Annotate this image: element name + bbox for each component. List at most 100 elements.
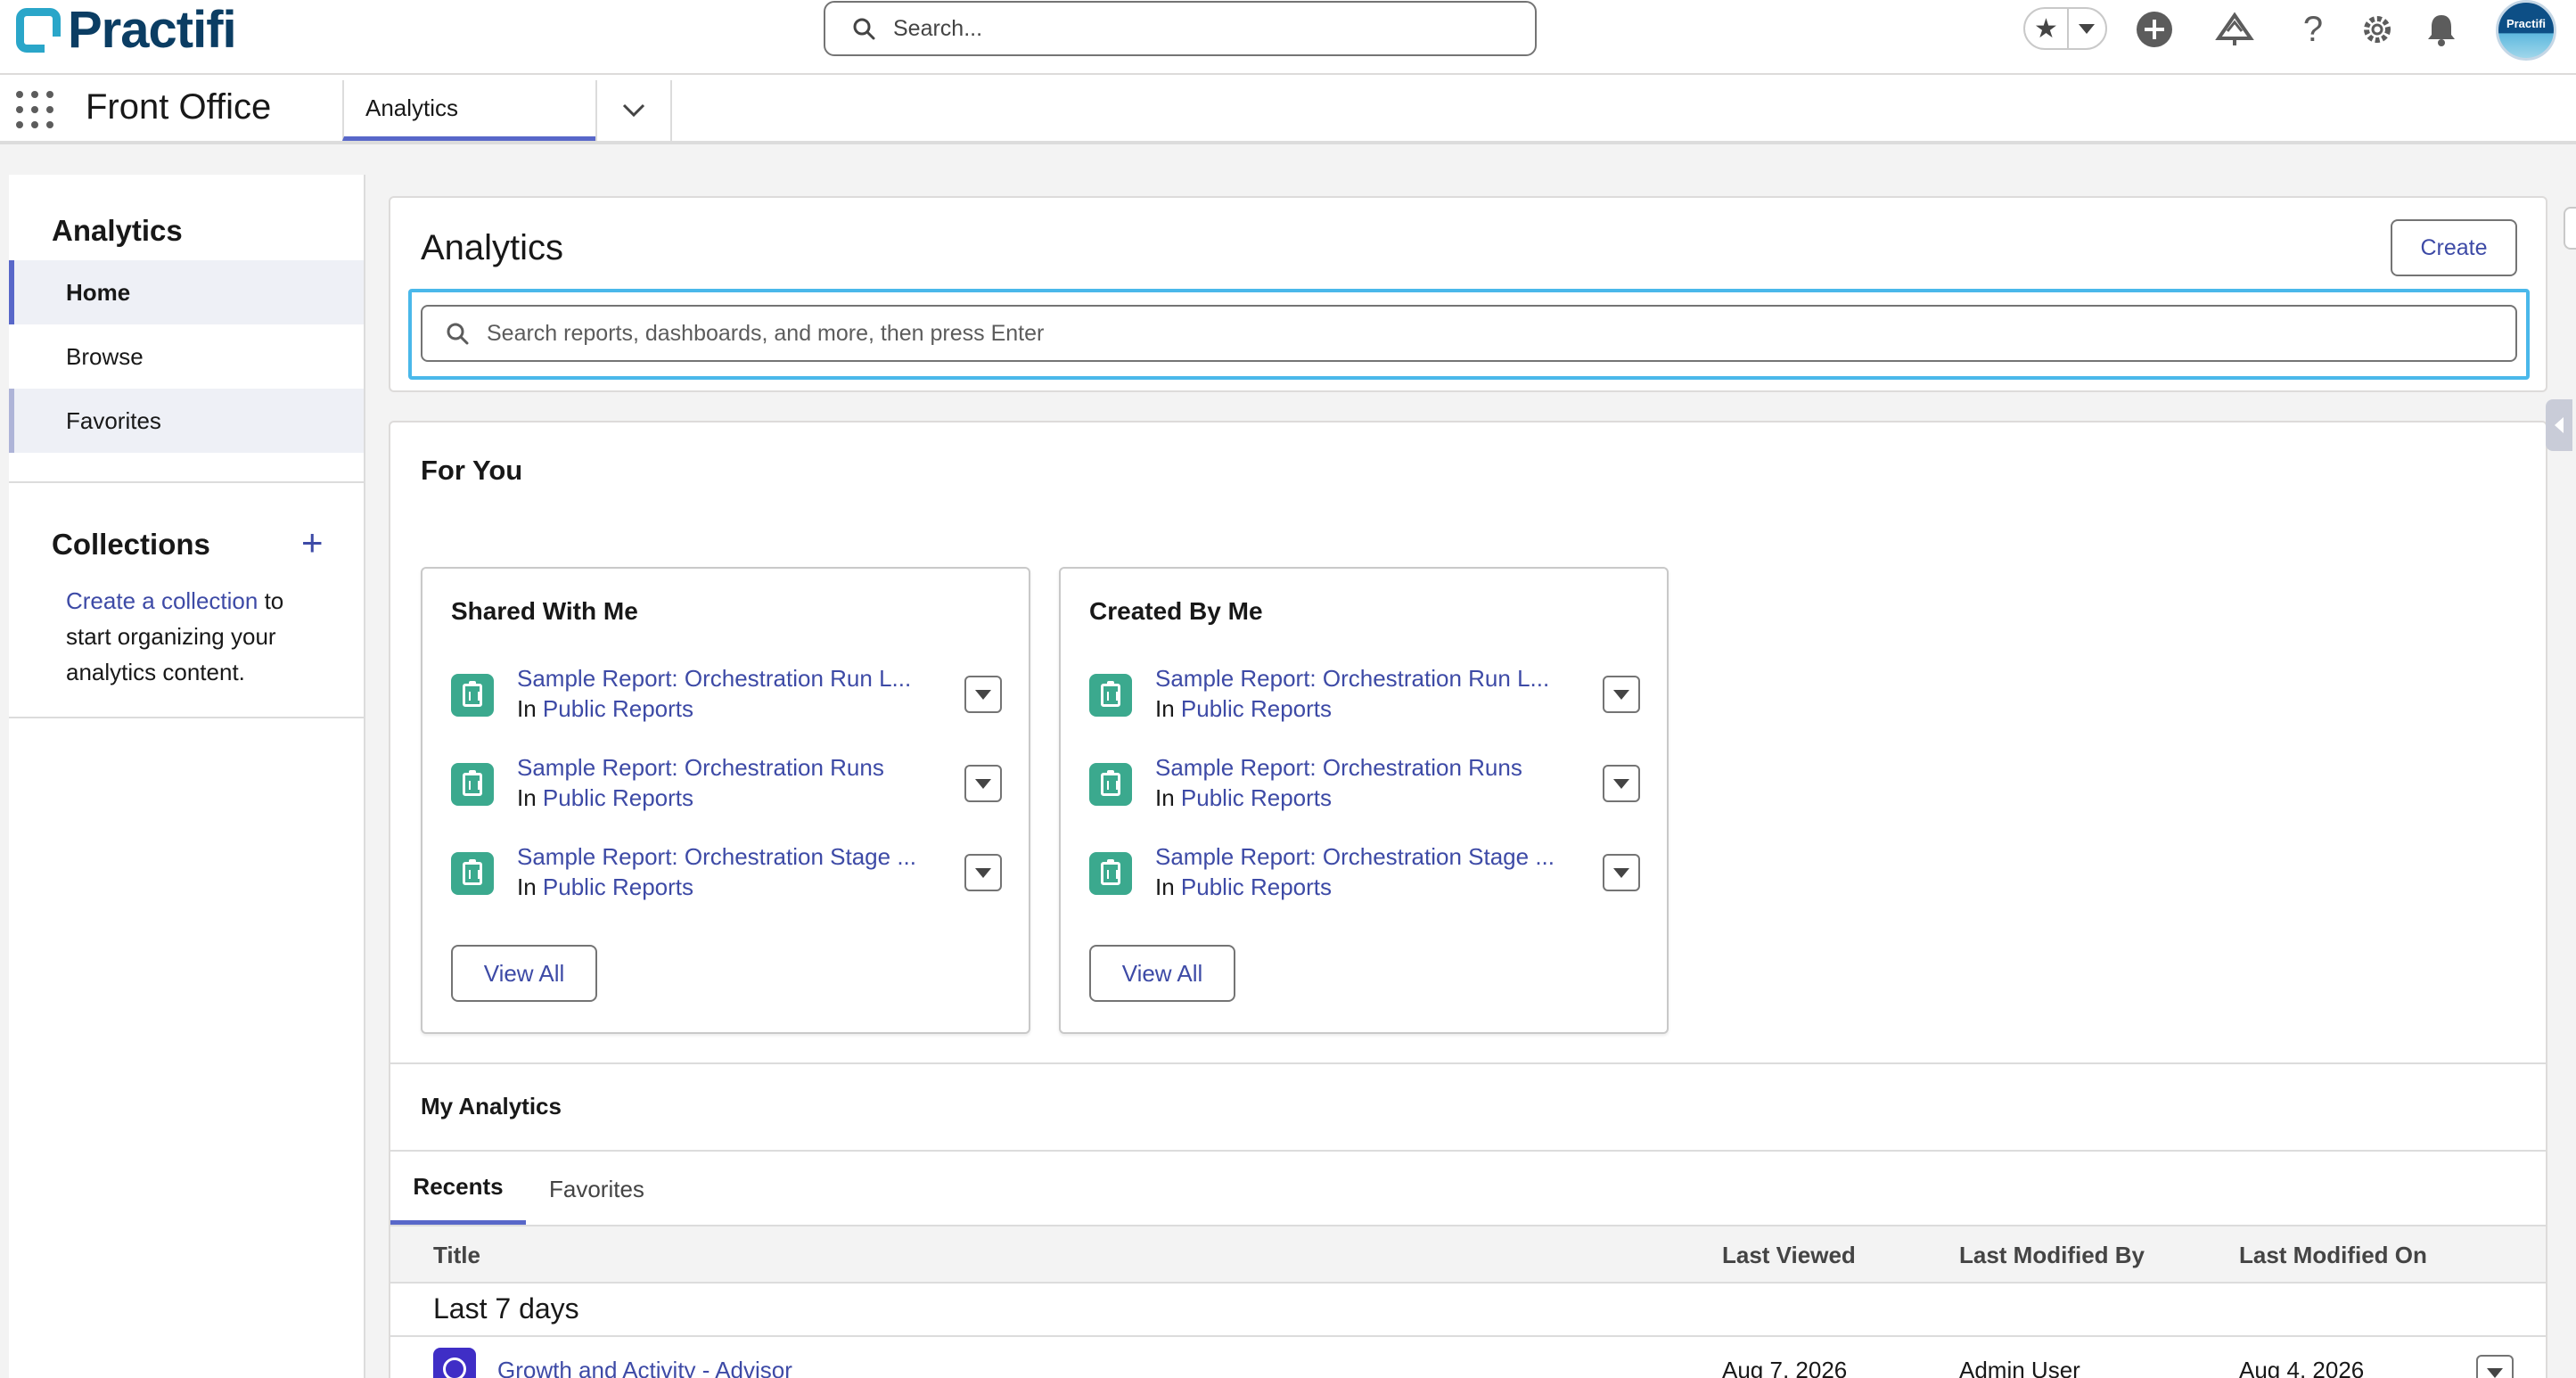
list-item: Sample Report: Orchestration Runs In Pub… bbox=[1089, 754, 1645, 825]
row-last-viewed: Aug 7, 2026 bbox=[1722, 1357, 1848, 1378]
report-location: In Public Reports bbox=[517, 784, 693, 812]
avatar-text: Practifi bbox=[2506, 17, 2547, 30]
bell-icon[interactable] bbox=[2419, 7, 2464, 52]
created-by-me-card: Created By Me Sample Report: Orchestrati… bbox=[1059, 567, 1669, 1034]
analytics-body-card: For You Shared With Me Sample Report: Or… bbox=[389, 421, 2547, 1378]
create-collection-link[interactable]: Create a collection bbox=[66, 587, 258, 614]
favorites-button-group[interactable]: ★ bbox=[2023, 7, 2107, 50]
report-location: In Public Reports bbox=[517, 874, 693, 901]
report-link[interactable]: Sample Report: Orchestration Stage ... bbox=[517, 843, 936, 871]
row-actions-button[interactable] bbox=[1603, 854, 1640, 891]
sidebar-item-home[interactable]: Home bbox=[9, 260, 364, 324]
report-location: In Public Reports bbox=[1155, 695, 1332, 723]
sidebar-item-browse[interactable]: Browse bbox=[9, 324, 364, 389]
sidebar-divider bbox=[9, 481, 364, 483]
practifi-logo[interactable]: Practifi bbox=[16, 1, 237, 59]
global-header: Practifi Search... ★ ? Practifi bbox=[0, 0, 2576, 75]
in-label: In bbox=[517, 874, 537, 900]
chevron-down-icon bbox=[1613, 689, 1629, 700]
global-search-input[interactable]: Search... bbox=[824, 1, 1537, 56]
nav-tab-analytics[interactable]: Analytics bbox=[342, 80, 595, 141]
report-location: In Public Reports bbox=[517, 695, 693, 723]
folder-link[interactable]: Public Reports bbox=[1181, 874, 1332, 900]
folder-link[interactable]: Public Reports bbox=[543, 695, 693, 722]
sidebar-item-favorites[interactable]: Favorites bbox=[9, 389, 364, 453]
table-header: Title Last Viewed Last Modified By Last … bbox=[390, 1225, 2546, 1284]
report-icon bbox=[1089, 852, 1132, 895]
report-link[interactable]: Sample Report: Orchestration Run L... bbox=[517, 665, 936, 693]
report-icon bbox=[451, 763, 494, 806]
folder-link[interactable]: Public Reports bbox=[543, 784, 693, 811]
report-icon bbox=[451, 852, 494, 895]
list-item: Sample Report: Orchestration Run L... In… bbox=[451, 665, 1007, 736]
tab-recents[interactable]: Recents bbox=[390, 1153, 526, 1225]
row-actions-button[interactable] bbox=[1603, 676, 1640, 713]
in-label: In bbox=[1155, 695, 1175, 722]
row-title-link[interactable]: Growth and Activity - Advisor bbox=[497, 1357, 792, 1378]
tab-favorites[interactable]: Favorites bbox=[549, 1153, 644, 1225]
avatar[interactable]: Practifi bbox=[2496, 0, 2556, 61]
app-nav-bar: Front Office Analytics bbox=[0, 75, 2576, 144]
row-actions-button[interactable] bbox=[964, 854, 1002, 891]
analytics-sidebar: Analytics Home Browse Favorites Collecti… bbox=[9, 175, 365, 1378]
side-panel-tab[interactable] bbox=[2564, 207, 2576, 250]
column-header-last-viewed[interactable]: Last Viewed bbox=[1722, 1242, 1856, 1269]
column-header-title[interactable]: Title bbox=[433, 1242, 480, 1269]
column-header-last-modified-on[interactable]: Last Modified On bbox=[2239, 1242, 2427, 1269]
report-icon bbox=[451, 674, 494, 717]
folder-link[interactable]: Public Reports bbox=[1181, 784, 1332, 811]
trailhead-icon[interactable] bbox=[2212, 7, 2257, 52]
table-row: Growth and Activity - Advisor Aug 7, 202… bbox=[390, 1337, 2546, 1378]
collections-empty-text: Create a collection to start organizing … bbox=[66, 583, 333, 690]
row-actions-button[interactable] bbox=[1603, 765, 1640, 802]
row-actions-button[interactable] bbox=[964, 676, 1002, 713]
nav-more-button[interactable] bbox=[595, 80, 672, 141]
column-header-last-modified-by[interactable]: Last Modified By bbox=[1959, 1242, 2145, 1269]
chevron-down-icon bbox=[2487, 1367, 2503, 1378]
report-link[interactable]: Sample Report: Orchestration Run L... bbox=[1155, 665, 1574, 693]
app-launcher-icon[interactable] bbox=[16, 91, 53, 128]
report-icon bbox=[1089, 674, 1132, 717]
app-name: Front Office bbox=[86, 87, 272, 127]
folder-link[interactable]: Public Reports bbox=[1181, 695, 1332, 722]
report-location: In Public Reports bbox=[1155, 784, 1332, 812]
list-item: Sample Report: Orchestration Runs In Pub… bbox=[451, 754, 1007, 825]
folder-link[interactable]: Public Reports bbox=[543, 874, 693, 900]
star-icon[interactable]: ★ bbox=[2025, 9, 2067, 48]
add-icon[interactable] bbox=[2132, 7, 2177, 52]
report-link[interactable]: Sample Report: Orchestration Runs bbox=[517, 754, 936, 782]
in-label: In bbox=[1155, 874, 1175, 900]
group-label: Last 7 days bbox=[433, 1292, 579, 1325]
panel-collapse-handle[interactable] bbox=[2546, 399, 2572, 451]
report-link[interactable]: Sample Report: Orchestration Runs bbox=[1155, 754, 1574, 782]
row-modified-on: Aug 4, 2026 bbox=[2239, 1357, 2365, 1378]
gear-icon[interactable] bbox=[2355, 7, 2400, 52]
in-label: In bbox=[517, 695, 537, 722]
help-icon[interactable]: ? bbox=[2291, 7, 2335, 52]
in-label: In bbox=[517, 784, 537, 811]
row-actions-button[interactable] bbox=[2476, 1355, 2514, 1378]
search-icon bbox=[447, 323, 469, 345]
chevron-down-icon bbox=[975, 778, 991, 789]
analytics-search-input[interactable]: Search reports, dashboards, and more, th… bbox=[421, 305, 2517, 362]
search-icon bbox=[853, 18, 875, 40]
report-link[interactable]: Sample Report: Orchestration Stage ... bbox=[1155, 843, 1574, 871]
create-button[interactable]: Create bbox=[2391, 219, 2517, 276]
view-all-button[interactable]: View All bbox=[1089, 945, 1235, 1002]
section-divider bbox=[390, 1150, 2546, 1152]
chevron-left-icon bbox=[2555, 417, 2564, 433]
list-item: Sample Report: Orchestration Stage ... I… bbox=[451, 843, 1007, 915]
logo-text: Practifi bbox=[68, 1, 237, 59]
for-you-title: For You bbox=[421, 455, 523, 486]
chevron-down-icon bbox=[1613, 867, 1629, 878]
report-location: In Public Reports bbox=[1155, 874, 1332, 901]
favorites-dropdown-button[interactable] bbox=[2066, 9, 2105, 48]
row-actions-button[interactable] bbox=[964, 765, 1002, 802]
chevron-down-icon bbox=[975, 689, 991, 700]
in-label: In bbox=[1155, 784, 1175, 811]
chevron-down-icon bbox=[2079, 23, 2096, 34]
list-item: Sample Report: Orchestration Run L... In… bbox=[1089, 665, 1645, 736]
add-collection-icon[interactable]: + bbox=[301, 524, 324, 562]
view-all-button[interactable]: View All bbox=[451, 945, 597, 1002]
search-focus-ring: Search reports, dashboards, and more, th… bbox=[408, 289, 2530, 380]
